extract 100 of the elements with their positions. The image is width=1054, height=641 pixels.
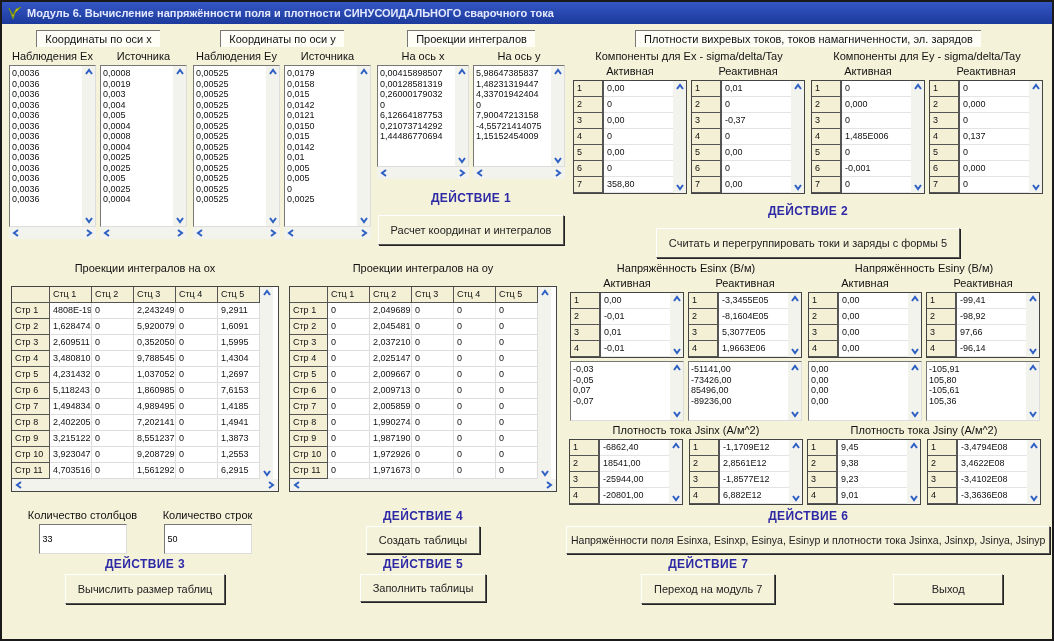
list-box[interactable]: 0,0008 0,0019 0,003 0,004 0,005 0,0004 0,0008 0,0004 0,0025 0,0025 0,005 0,0025 0,0004 <box>100 65 187 227</box>
scroll-left-icon[interactable] <box>12 229 20 237</box>
regroup-button[interactable]: Считать и перегруппировать токи и заряды с формы 5 <box>655 228 961 258</box>
scroll-left-icon[interactable] <box>380 169 388 177</box>
list-item[interactable]: 0,005 <box>103 110 171 121</box>
scroll-up-icon[interactable] <box>910 295 919 303</box>
scroll-up-icon[interactable] <box>793 83 802 91</box>
scroll-down-icon[interactable] <box>540 469 549 477</box>
scrollbar[interactable] <box>670 293 683 357</box>
list-item[interactable]: 4,33701942404 <box>476 89 549 100</box>
list-box[interactable]: 0,00415898507 0,00128581319 0,26000179032 0 6,12664187753 0,21073714292 1,44486770694 <box>377 65 469 167</box>
list-item[interactable]: 0,00525 <box>196 89 264 100</box>
list-item[interactable]: 0,00525 <box>196 194 264 205</box>
scroll-left-icon[interactable] <box>15 481 23 489</box>
list-item[interactable]: 0,0004 <box>103 194 171 205</box>
scroll-right-icon[interactable] <box>269 229 277 237</box>
scroll-left-icon[interactable] <box>103 229 111 237</box>
scroll-down-icon[interactable] <box>1029 494 1038 502</box>
list-item[interactable]: 0,005 <box>287 162 355 173</box>
scrollbar[interactable] <box>290 479 556 491</box>
scroll-down-icon[interactable] <box>1028 347 1037 355</box>
memo-box[interactable]: -51141,00 -73426,00 85496,00 -89236,00 <box>688 361 802 421</box>
scroll-left-icon[interactable] <box>196 229 204 237</box>
memo-box[interactable]: -0,03 -0,05 0,07 -0,07 <box>570 361 684 421</box>
scrollbar[interactable] <box>357 66 370 226</box>
list-item[interactable]: 0,00525 <box>196 183 264 194</box>
list-item[interactable]: 6,12664187753 <box>380 110 453 121</box>
list-item[interactable]: 0,0036 <box>12 99 80 110</box>
list-item[interactable]: 0,005 <box>103 173 171 184</box>
scroll-up-icon[interactable] <box>1028 364 1037 372</box>
list-item[interactable]: 0,0150 <box>287 120 355 131</box>
scroll-down-icon[interactable] <box>671 494 680 502</box>
list-item[interactable]: 0,01 <box>287 152 355 163</box>
scroll-up-icon[interactable] <box>268 68 277 76</box>
list-item[interactable]: 5,98647385837 <box>476 68 549 79</box>
list-item[interactable]: 0,00525 <box>196 78 264 89</box>
list-item[interactable]: 0,00525 <box>196 99 264 110</box>
list-item[interactable]: 0,0036 <box>12 131 80 142</box>
list-item[interactable]: 0,00525 <box>196 141 264 152</box>
list-item[interactable]: 0,0004 <box>103 141 171 152</box>
input-field[interactable]: 33 <box>38 524 127 554</box>
list-item[interactable]: 0,0036 <box>12 120 80 131</box>
list-box[interactable]: 5,98647385837 1,48231319447 4,33701942404 0 7,90047213158 -4,55721414075 1,15152454009 <box>473 65 565 167</box>
list-item[interactable]: 0,0036 <box>12 162 80 173</box>
list-item[interactable]: 0,0036 <box>12 78 80 89</box>
scrollbar[interactable] <box>788 362 801 420</box>
scrollbar[interactable] <box>12 479 278 491</box>
scrollbar[interactable] <box>788 293 801 357</box>
scrollbar[interactable] <box>911 81 924 193</box>
list-item[interactable]: 0,0025 <box>103 183 171 194</box>
list-item[interactable]: 0,0121 <box>287 110 355 121</box>
scroll-up-icon[interactable] <box>1029 442 1038 450</box>
scrollbar[interactable] <box>908 293 921 357</box>
list-item[interactable]: 0,0036 <box>12 173 80 184</box>
list-item[interactable]: 0,00525 <box>196 162 264 173</box>
list-item[interactable]: 0,0025 <box>103 152 171 163</box>
scroll-down-icon[interactable] <box>672 410 681 418</box>
scroll-up-icon[interactable] <box>540 289 549 297</box>
scroll-up-icon[interactable] <box>913 83 922 91</box>
scrollbar[interactable] <box>791 81 804 193</box>
scroll-up-icon[interactable] <box>672 295 681 303</box>
scroll-up-icon[interactable] <box>359 68 368 76</box>
scroll-up-icon[interactable] <box>909 442 918 450</box>
list-box[interactable]: 0,0036 0,0036 0,0036 0,0036 0,0036 0,0036 0,0036 0,0036 0,0036 0,0036 0,0036 0,0036 0,0036 <box>9 65 96 227</box>
scroll-down-icon[interactable] <box>675 183 684 191</box>
scroll-down-icon[interactable] <box>909 494 918 502</box>
list-item[interactable]: 0,0019 <box>103 78 171 89</box>
scroll-down-icon[interactable] <box>84 216 93 224</box>
scroll-down-icon[interactable] <box>790 347 799 355</box>
list-item[interactable]: 0 <box>287 183 355 194</box>
list-item[interactable]: -4,55721414075 <box>476 120 549 131</box>
scroll-down-icon[interactable] <box>913 183 922 191</box>
scrollbar[interactable] <box>260 287 273 479</box>
next-module-button[interactable]: Переход на модуль 7 <box>641 574 776 604</box>
scroll-left-icon[interactable] <box>293 481 301 489</box>
scrollbar[interactable] <box>1027 440 1040 504</box>
scroll-down-icon[interactable] <box>359 216 368 224</box>
scroll-right-icon[interactable] <box>458 169 466 177</box>
scroll-down-icon[interactable] <box>791 494 800 502</box>
list-item[interactable]: 0,0025 <box>287 194 355 205</box>
scroll-up-icon[interactable] <box>262 289 271 297</box>
scroll-down-icon[interactable] <box>793 183 802 191</box>
scrollbar[interactable] <box>1026 362 1039 420</box>
scroll-left-icon[interactable] <box>287 229 295 237</box>
scrollbar[interactable] <box>1029 81 1042 193</box>
list-item[interactable]: 0,00525 <box>196 68 264 79</box>
list-item[interactable]: 0,0004 <box>103 120 171 131</box>
list-item[interactable]: 0,0036 <box>12 89 80 100</box>
list-item[interactable]: 0,0036 <box>12 152 80 163</box>
list-item[interactable]: 0,015 <box>287 89 355 100</box>
scroll-right-icon[interactable] <box>267 481 275 489</box>
memo-box[interactable]: 0,00 0,00 0,00 0,00 <box>808 361 922 421</box>
list-item[interactable]: 0,0142 <box>287 141 355 152</box>
list-item[interactable]: 0,0036 <box>12 68 80 79</box>
list-item[interactable]: 0,0036 <box>12 183 80 194</box>
scrollbar[interactable] <box>908 362 921 420</box>
scroll-down-icon[interactable] <box>553 156 562 164</box>
scroll-up-icon[interactable] <box>791 442 800 450</box>
scroll-up-icon[interactable] <box>175 68 184 76</box>
scroll-right-icon[interactable] <box>554 169 562 177</box>
